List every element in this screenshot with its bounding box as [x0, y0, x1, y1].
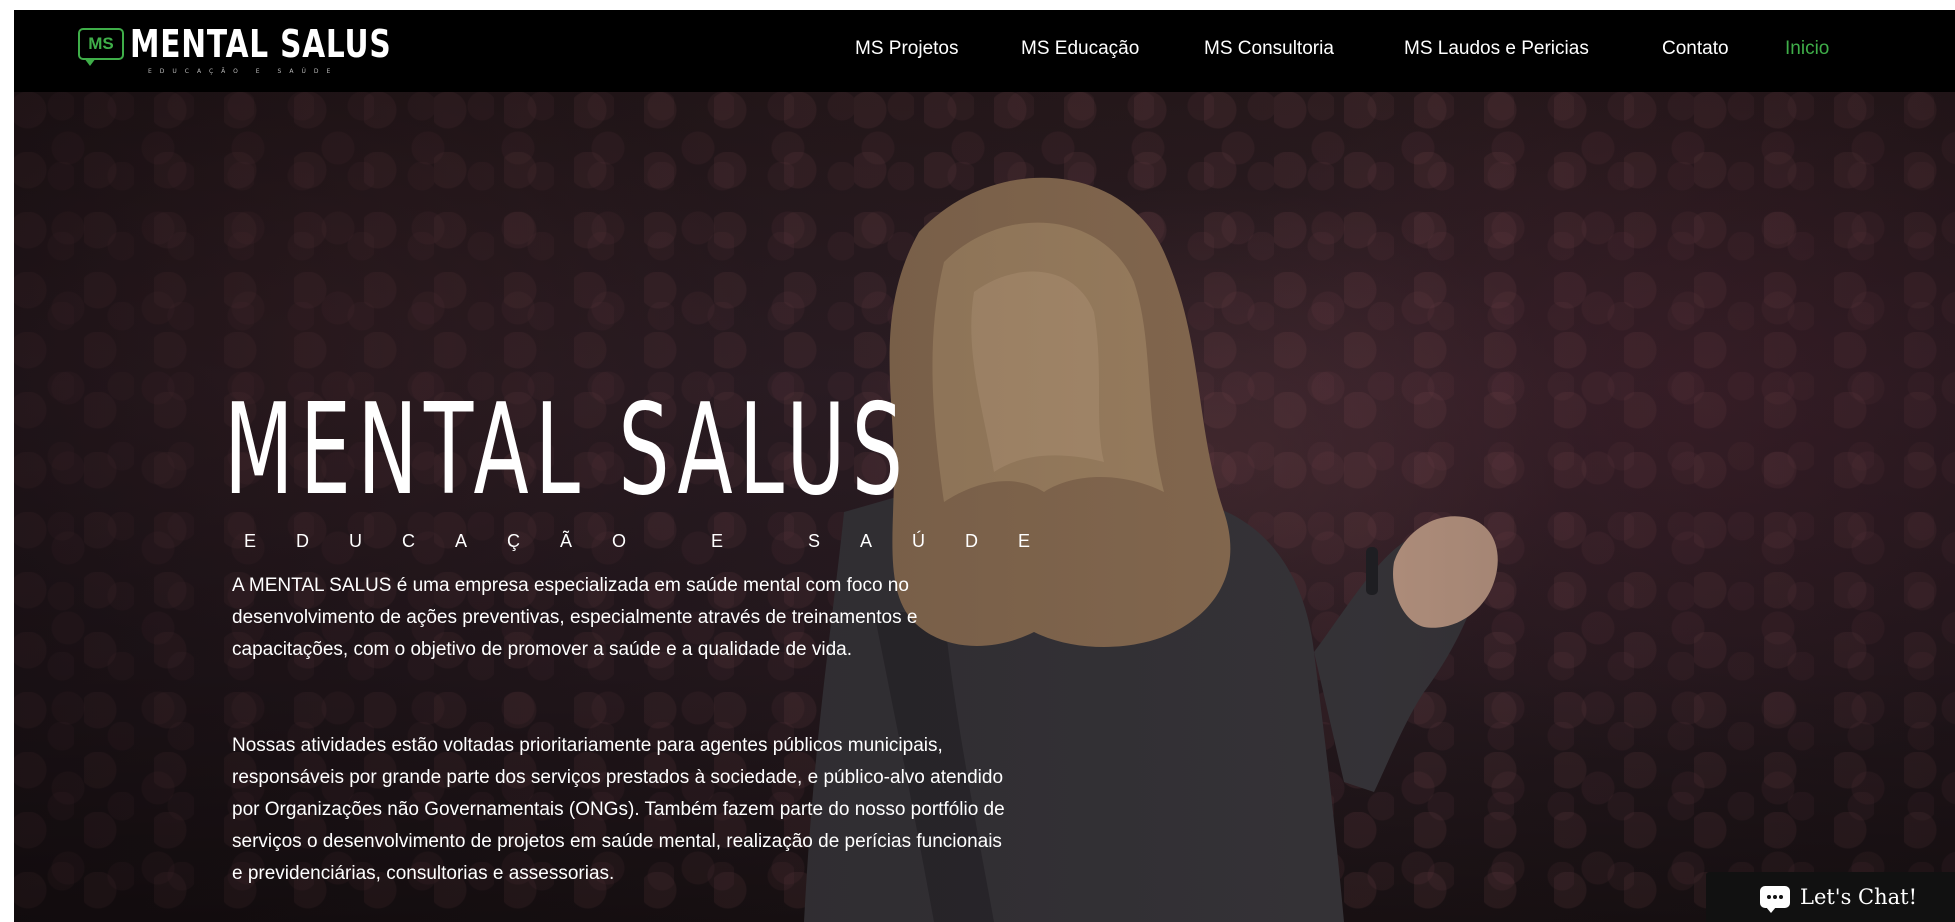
chat-dot — [1767, 895, 1771, 899]
hero-subtitle: EDUCAÇÃO E SAÚDE — [244, 531, 1071, 551]
nav-item-inicio[interactable]: Inicio — [1785, 36, 1829, 62]
hero-title: MENTAL SALUS — [224, 376, 910, 523]
nav-item-ms-educacao[interactable]: MS Educação — [1021, 36, 1139, 62]
chat-bubble-icon — [1760, 886, 1790, 913]
brand-logo[interactable]: MS MENTAL SALUS EDUCAÇÃO E SAÚDE — [78, 22, 391, 78]
chat-dot — [1773, 895, 1777, 899]
website-frame: MS MENTAL SALUS EDUCAÇÃO E SAÚDE MS Proj… — [14, 10, 1955, 922]
hero-services-paragraph: Nossas atividades estão voltadas priorit… — [232, 735, 1005, 884]
top-navigation-bar: MS MENTAL SALUS EDUCAÇÃO E SAÚDE MS Proj… — [14, 10, 1955, 92]
nav-item-ms-consultoria[interactable]: MS Consultoria — [1204, 36, 1334, 62]
logo-badge-tail — [84, 58, 96, 66]
chat-dot — [1779, 895, 1783, 899]
logo-chat-badge-icon: MS — [78, 28, 124, 60]
page: MS MENTAL SALUS EDUCAÇÃO E SAÚDE MS Proj… — [0, 0, 1955, 922]
logo-wordmark: MENTAL SALUS — [130, 22, 392, 66]
nav-item-contato[interactable]: Contato — [1662, 36, 1729, 62]
hero-description-paragraph: A MENTAL SALUS é uma empresa especializa… — [232, 575, 918, 660]
logo-tagline: EDUCAÇÃO E SAÚDE — [148, 68, 339, 75]
nav-item-ms-projetos[interactable]: MS Projetos — [855, 36, 958, 62]
chat-label: Let's Chat! — [1800, 885, 1918, 909]
lets-chat-button[interactable]: Let's Chat! — [1706, 872, 1955, 922]
nav-item-ms-laudos-e-pericias[interactable]: MS Laudos e Pericias — [1404, 36, 1589, 62]
